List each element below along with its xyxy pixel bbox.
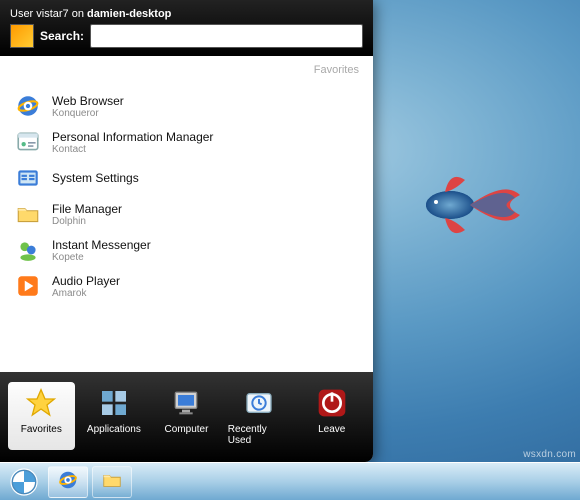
item-title: File Manager (52, 202, 122, 216)
search-row: Search: (10, 24, 363, 48)
favorite-item-folder[interactable]: File Manager Dolphin (10, 196, 363, 232)
search-input[interactable] (90, 24, 363, 48)
tab-favorites[interactable]: Favorites (8, 382, 75, 450)
tab-label: Applications (87, 424, 141, 435)
taskbar (0, 462, 580, 500)
on-text: on (69, 8, 87, 20)
item-subtitle: Amarok (52, 288, 120, 299)
star-icon (21, 386, 61, 420)
favorite-item-ie[interactable]: Web Browser Konqueror (10, 88, 363, 124)
item-text: Web Browser Konqueror (52, 94, 124, 119)
tab-label: Computer (165, 424, 209, 435)
wallpaper-fish (410, 160, 530, 250)
item-text: Instant Messenger Kopete (52, 238, 151, 263)
taskbar-item-ie[interactable] (48, 466, 88, 498)
item-title: Instant Messenger (52, 238, 151, 252)
favorite-item-settings[interactable]: System Settings (10, 160, 363, 196)
item-subtitle: Konqueror (52, 108, 124, 119)
tab-applications[interactable]: Applications (81, 382, 148, 450)
favorite-item-im[interactable]: Instant Messenger Kopete (10, 232, 363, 268)
menu-tabs: Favorites Applications Computer Recently… (0, 372, 373, 462)
item-title: Web Browser (52, 94, 124, 108)
tab-label: Recently Used (228, 424, 291, 446)
menu-header: User vistar7 on damien-desktop Search: (0, 0, 373, 56)
kickoff-menu: User vistar7 on damien-desktop Search: F… (0, 0, 373, 462)
item-text: File Manager Dolphin (52, 202, 122, 227)
recent-icon (239, 386, 279, 420)
search-label: Search: (40, 29, 84, 43)
pim-icon (14, 128, 42, 156)
username: vistar7 (36, 8, 68, 20)
item-title: Personal Information Manager (52, 130, 213, 144)
item-text: Personal Information Manager Kontact (52, 130, 213, 155)
apps-icon (94, 386, 134, 420)
user-line: User vistar7 on damien-desktop (10, 8, 363, 20)
start-button[interactable] (4, 466, 44, 498)
computer-icon (166, 386, 206, 420)
menu-body: Favorites Web Browser Konqueror Personal… (0, 56, 373, 372)
hostname: damien-desktop (87, 8, 171, 20)
tab-leave[interactable]: Leave (298, 382, 365, 450)
ie-icon (56, 469, 80, 494)
favorite-item-pim[interactable]: Personal Information Manager Kontact (10, 124, 363, 160)
item-subtitle: Kopete (52, 252, 151, 263)
ie-icon (14, 92, 42, 120)
taskbar-items (48, 466, 132, 498)
taskbar-item-folder[interactable] (92, 466, 132, 498)
watermark: wsxdn.com (523, 449, 576, 460)
item-title: Audio Player (52, 274, 120, 288)
audio-icon (14, 272, 42, 300)
im-icon (14, 236, 42, 264)
item-title: System Settings (52, 171, 139, 185)
power-icon (312, 386, 352, 420)
tab-computer[interactable]: Computer (153, 382, 220, 450)
item-subtitle: Dolphin (52, 216, 122, 227)
tab-recently-used[interactable]: Recently Used (226, 382, 293, 450)
avatar (10, 24, 34, 48)
item-text: System Settings (52, 171, 139, 185)
favorites-list: Web Browser Konqueror Personal Informati… (0, 64, 373, 304)
tab-label: Favorites (21, 424, 62, 435)
item-subtitle: Kontact (52, 144, 213, 155)
settings-icon (14, 164, 42, 192)
user-prefix: User (10, 8, 36, 20)
folder-icon (100, 469, 124, 494)
item-text: Audio Player Amarok (52, 274, 120, 299)
tab-label: Leave (318, 424, 345, 435)
desktop: User vistar7 on damien-desktop Search: F… (0, 0, 580, 500)
folder-icon (14, 200, 42, 228)
favorite-item-audio[interactable]: Audio Player Amarok (10, 268, 363, 304)
section-label: Favorites (314, 64, 359, 76)
